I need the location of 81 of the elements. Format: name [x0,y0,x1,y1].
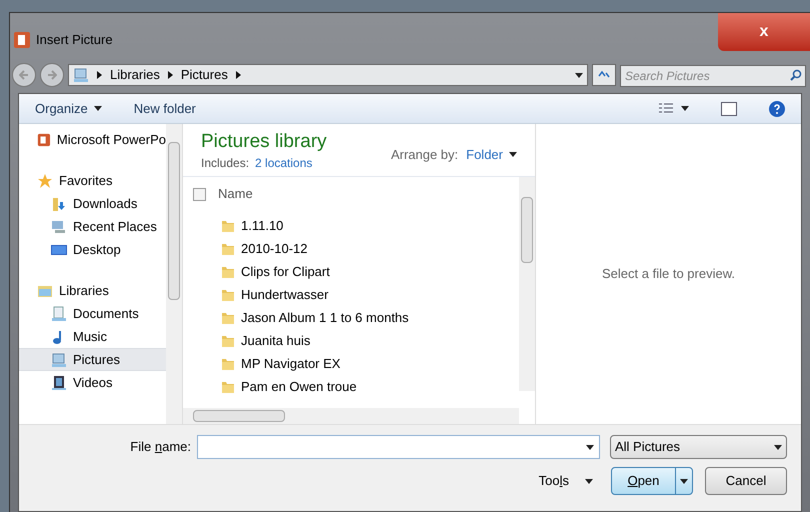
cancel-button[interactable]: Cancel [705,467,787,495]
nav-item[interactable]: Desktop [19,238,166,261]
nav-item[interactable]: Microsoft PowerPo [19,128,166,151]
document-icon [51,306,67,322]
folder-icon [221,380,235,394]
nav-item[interactable]: Libraries [19,279,166,302]
picture-icon [51,352,67,368]
folder-icon [221,242,235,256]
back-arrow-icon [19,70,29,80]
folder-item[interactable]: Clips for Clipart [241,262,330,282]
select-all-checkbox[interactable] [193,188,206,200]
breadcrumb[interactable]: Pictures [180,65,228,85]
caret-icon [94,106,102,111]
preview-pane-button[interactable] [721,102,737,116]
view-button[interactable] [659,102,689,114]
forward-arrow-icon [47,70,57,80]
open-button[interactable]: Open [611,467,693,495]
nav-item[interactable]: Videos [19,371,166,394]
caret-icon [586,445,594,450]
list-view-icon [659,102,673,114]
arrange-dropdown[interactable]: Folder [466,145,517,164]
nav-item[interactable]: Documents [19,302,166,325]
vertical-scrollbar[interactable] [166,124,182,424]
nav-item[interactable]: Favorites [19,169,166,192]
folder-item[interactable]: MP Navigator EX [241,354,340,374]
chevron-icon [168,71,173,79]
preview-message: Select a file to preview. [602,265,735,284]
folder-icon [221,264,235,278]
folder-icon [51,196,67,212]
folder-icon [221,310,235,324]
column-header[interactable]: Name [218,184,253,204]
file-type-dropdown[interactable]: All Pictures [610,435,787,459]
nav-item[interactable]: Recent Places [19,215,166,238]
vertical-scrollbar[interactable] [519,177,535,391]
refresh-button[interactable] [592,64,616,86]
library-title: Pictures library [201,130,327,154]
back-button[interactable] [12,63,36,87]
search-icon [790,69,802,81]
picture-icon [73,67,89,83]
chevron-icon [97,71,102,79]
help-icon[interactable] [769,100,785,116]
presentation-app-icon [14,32,30,48]
folder-item[interactable]: Hundertwasser [241,284,328,304]
folder-item[interactable]: 1.11.10 [241,216,284,236]
folder-icon [221,356,235,370]
folder-icon [221,334,235,348]
nav-item[interactable]: Pictures [19,348,166,371]
folder-icon [221,288,235,302]
locations-link[interactable]: 2 locations [255,154,312,172]
caret-icon [680,478,688,484]
folder-icon [221,218,235,232]
star-icon [37,172,53,188]
chevron-icon [236,71,241,79]
new-folder-button[interactable]: New folder [134,98,196,118]
folder-item[interactable]: 2010-10-12 [241,238,308,258]
window-title: Insert Picture [36,31,113,49]
close-button[interactable]: x [718,13,810,51]
tools-button[interactable]: Tools [538,471,593,491]
includes-label: Includes: [201,154,250,172]
caret-icon [575,72,583,78]
caret-icon [681,106,689,111]
organize-button[interactable]: Organize [35,98,102,118]
arrange-label: Arrange by: [390,146,458,164]
address-bar[interactable]: Libraries Pictures [68,64,588,86]
caret-icon [585,478,593,484]
nav-item[interactable]: Downloads [19,192,166,215]
film-icon [51,374,67,390]
horizontal-scrollbar[interactable] [183,408,519,424]
file-name-field[interactable] [197,435,600,459]
file-name-label: File name: [130,439,191,454]
folder-item[interactable]: Juanita huis [241,330,310,350]
caret-icon [774,444,782,450]
nav-item[interactable]: Music [19,325,166,348]
breadcrumb[interactable]: Libraries [110,65,160,85]
folder-item[interactable]: Jason Album 1 1 to 6 months [241,308,409,328]
search-field[interactable]: Search Pictures [620,65,806,87]
caret-icon [509,152,517,158]
computer-icon [51,218,67,234]
presentation-app-icon [37,132,51,148]
folder-item[interactable]: Pam en Owen troue [241,376,357,396]
forward-button[interactable] [40,63,64,87]
